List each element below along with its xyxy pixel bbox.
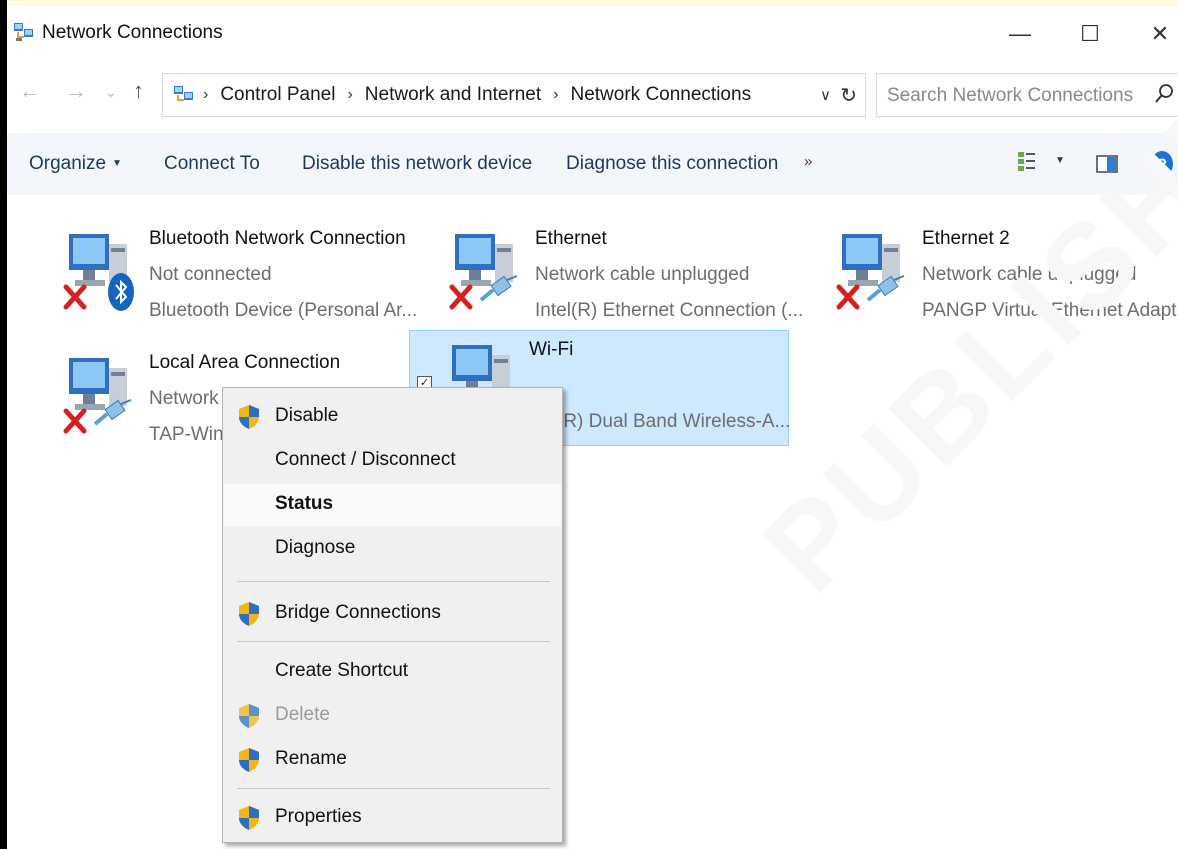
close-button[interactable]: ✕: [1137, 14, 1178, 54]
network-cable-icon: [866, 275, 905, 302]
disconnected-x-icon: [63, 408, 87, 434]
connection-name: Bluetooth Network Connection: [149, 228, 406, 249]
connection-status: Not connected: [149, 264, 272, 285]
up-button[interactable]: ↑: [133, 78, 144, 104]
menu-item-delete[interactable]: Delete: [224, 695, 561, 737]
disconnected-x-icon: [449, 284, 473, 310]
minimize-button[interactable]: —: [997, 14, 1043, 54]
maximize-icon: ☐: [1080, 21, 1100, 46]
menu-item-label: Diagnose: [275, 537, 356, 558]
menu-item-label: Connect / Disconnect: [275, 449, 456, 470]
menu-item-label: Properties: [275, 806, 362, 827]
menu-item-create-shortcut[interactable]: Create Shortcut: [224, 651, 561, 693]
breadcrumb-control-panel[interactable]: Control Panel: [220, 84, 335, 106]
connection-status: Network cable unplugged: [535, 264, 750, 285]
menu-item-label: Rename: [275, 748, 347, 769]
uac-shield-icon: [239, 748, 259, 772]
network-cable-icon: [93, 399, 132, 426]
menu-item-label: Status: [275, 493, 334, 514]
window-title: Network Connections: [42, 22, 223, 43]
connection-details: Ethernet Network cable unplugged Intel(R…: [535, 220, 803, 329]
uac-shield-icon: [239, 602, 259, 626]
menu-separator: [237, 581, 550, 582]
uac-shield-icon: [239, 806, 259, 830]
forward-button[interactable]: →: [65, 78, 87, 104]
recent-locations-button[interactable]: ⌄: [105, 84, 117, 101]
uac-shield-icon: [239, 704, 259, 728]
connection-device: Bluetooth Device (Personal Ar...: [149, 300, 418, 321]
breadcrumb-network-and-internet[interactable]: Network and Internet: [365, 84, 541, 106]
left-border: [0, 0, 7, 849]
connection-status: [529, 368, 790, 404]
menu-separator: [237, 788, 550, 789]
minimize-icon: —: [1009, 21, 1031, 46]
network-connections-icon: [14, 23, 33, 41]
connection-name: Wi-Fi: [529, 339, 574, 360]
search-input[interactable]: Search Network Connections: [887, 85, 1133, 107]
change-view-icon[interactable]: [1017, 151, 1037, 177]
connect-to-button[interactable]: Connect To: [164, 153, 260, 175]
breadcrumb-separator[interactable]: ›: [553, 86, 558, 104]
connection-details: Bluetooth Network Connection Not connect…: [149, 220, 417, 329]
menu-item-disable[interactable]: Disable: [224, 396, 561, 438]
uac-shield-icon: [239, 405, 259, 429]
menu-item-status[interactable]: Status: [224, 484, 561, 526]
title-bar: Network Connections — ☐ ✕: [7, 6, 1178, 58]
breadcrumb: › Control Panel › Network and Internet ›…: [203, 84, 751, 106]
menu-item-connect-disconnect[interactable]: Connect / Disconnect: [224, 440, 561, 482]
connection-ethernet[interactable]: Ethernet Network cable unplugged Intel(R…: [399, 206, 803, 321]
connection-device: (R) Dual Band Wireless-A...: [557, 411, 791, 432]
organize-label: Organize: [29, 153, 107, 174]
menu-item-bridge-connections[interactable]: Bridge Connections: [224, 593, 561, 635]
connection-bluetooth[interactable]: Bluetooth Network Connection Not connect…: [13, 206, 417, 321]
menu-item-properties[interactable]: Properties: [224, 797, 561, 839]
menu-item-label: Delete: [275, 704, 330, 725]
connection-name: Ethernet: [535, 228, 607, 249]
diagnose-connection-button[interactable]: Diagnose this connection: [566, 153, 778, 175]
address-dropdown-button[interactable]: ∨: [820, 86, 831, 104]
menu-item-label: Bridge Connections: [275, 602, 441, 623]
disconnected-x-icon: [63, 284, 87, 310]
bluetooth-icon: [108, 273, 134, 311]
connection-device: Intel(R) Ethernet Connection (...: [535, 300, 804, 321]
command-bar: Organize ▼ Connect To Disable this networ…: [7, 133, 1178, 195]
breadcrumb-separator[interactable]: ›: [203, 86, 208, 104]
refresh-button[interactable]: ↻: [840, 83, 857, 108]
menu-item-label: Create Shortcut: [275, 660, 409, 681]
menu-item-label: Disable: [275, 405, 339, 426]
disable-device-button[interactable]: Disable this network device: [302, 153, 532, 175]
view-options-chevron-icon[interactable]: ▼: [1055, 155, 1065, 166]
more-commands-button[interactable]: »: [804, 153, 812, 170]
explorer-window: Network Connections — ☐ ✕ ← → ⌄ ↑ › Cont…: [7, 0, 1178, 849]
breadcrumb-network-connections[interactable]: Network Connections: [570, 84, 751, 106]
chevron-down-icon: ▼: [112, 158, 123, 169]
network-cable-icon: [479, 275, 518, 302]
control-panel-icon: [174, 86, 193, 101]
close-icon: ✕: [1150, 21, 1170, 46]
address-bar[interactable]: › Control Panel › Network and Internet ›…: [162, 73, 866, 117]
back-button[interactable]: ←: [19, 78, 41, 104]
disconnected-x-icon: [836, 284, 860, 310]
menu-separator: [237, 641, 550, 642]
menu-item-rename[interactable]: Rename: [224, 739, 561, 781]
breadcrumb-separator[interactable]: ›: [347, 86, 352, 104]
organize-menu[interactable]: Organize ▼: [29, 153, 122, 175]
search-box[interactable]: Search Network Connections: [876, 73, 1178, 117]
connection-details: Wi-Fi (R) Dual Band Wireless-A...: [529, 331, 790, 440]
connection-name: Local Area Connection: [149, 352, 341, 373]
maximize-button[interactable]: ☐: [1067, 14, 1113, 54]
context-menu: Disable Connect / Disconnect Status Diag…: [222, 387, 563, 843]
menu-item-diagnose[interactable]: Diagnose: [224, 528, 561, 570]
